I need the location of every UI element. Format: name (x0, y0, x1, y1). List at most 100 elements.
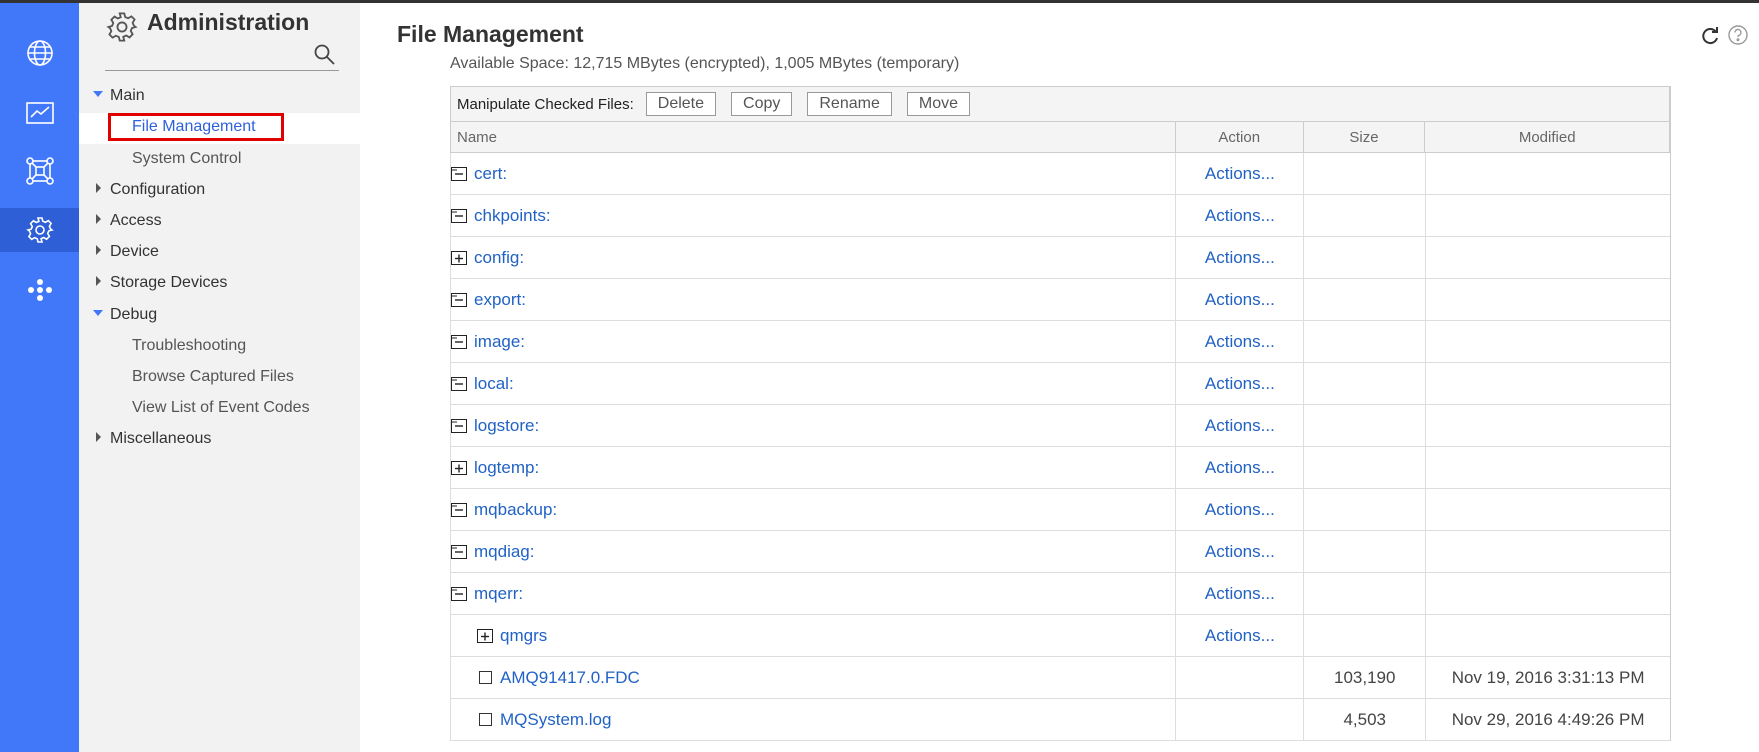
rail-administration-button[interactable] (0, 208, 79, 252)
header-action: Action (1176, 122, 1304, 152)
actions-link[interactable]: Actions... (1205, 584, 1275, 604)
rail-network-button[interactable] (0, 31, 79, 75)
collapsed-icon (96, 244, 101, 255)
file-link[interactable]: config: (474, 248, 524, 268)
file-link[interactable]: mqerr: (474, 584, 523, 604)
collapse-icon[interactable] (451, 166, 467, 181)
table-row: export: Actions... (450, 279, 1670, 321)
tree-item-label: Debug (110, 306, 158, 323)
table-header: Name Action Size Modified (450, 121, 1670, 153)
page-title: File Management (397, 21, 584, 47)
header-name[interactable]: Name (451, 122, 1176, 152)
move-button[interactable]: Move (906, 92, 970, 116)
actions-link[interactable]: Actions... (1205, 416, 1275, 436)
file-link[interactable]: mqdiag: (474, 542, 534, 562)
collapse-icon[interactable] (451, 376, 467, 391)
header-modified[interactable]: Modified (1425, 122, 1669, 152)
cell-name: export: (451, 279, 1177, 320)
actions-link[interactable]: Actions... (1205, 248, 1275, 268)
actions-link[interactable]: Actions... (1205, 626, 1275, 646)
tree-item-main[interactable]: Main (93, 87, 145, 105)
table-row: MQSystem.log 4,503 Nov 29, 2016 4:49:26 PM (450, 699, 1670, 741)
tree-item-event-codes[interactable]: View List of Event Codes (132, 399, 310, 417)
table-row: AMQ91417.0.FDC 103,190 Nov 19, 2016 3:31:1… (450, 657, 1670, 699)
collapse-icon[interactable] (451, 544, 467, 559)
copy-button[interactable]: Copy (731, 92, 793, 116)
tree-item-access[interactable]: Access (93, 212, 162, 230)
rename-button[interactable]: Rename (807, 92, 892, 116)
tree-item-device[interactable]: Device (93, 243, 159, 261)
actions-link[interactable]: Actions... (1205, 542, 1275, 562)
cell-size (1304, 615, 1427, 656)
cell-size (1304, 279, 1427, 320)
rail-status-button[interactable] (0, 91, 79, 135)
actions-link[interactable]: Actions... (1205, 500, 1275, 520)
collapse-icon[interactable] (451, 418, 467, 433)
cell-name: logtemp: (451, 447, 1177, 488)
tree-item-configuration[interactable]: Configuration (93, 181, 205, 199)
expand-icon[interactable] (477, 628, 493, 643)
expand-icon[interactable] (451, 250, 467, 265)
file-link[interactable]: AMQ91417.0.FDC (500, 668, 640, 688)
cell-action (1176, 699, 1305, 740)
file-link[interactable]: mqbackup: (474, 500, 557, 520)
file-checkbox[interactable] (479, 671, 492, 684)
file-link[interactable]: chkpoints: (474, 206, 551, 226)
file-link[interactable]: export: (474, 290, 526, 310)
refresh-icon[interactable] (1699, 24, 1721, 51)
actions-link[interactable]: Actions... (1205, 164, 1275, 184)
help-icon[interactable] (1727, 24, 1749, 51)
table-row: logtemp: Actions... (450, 447, 1670, 489)
expand-icon[interactable] (451, 460, 467, 475)
file-link[interactable]: logstore: (474, 416, 539, 436)
tree-item-browse-captured-files[interactable]: Browse Captured Files (132, 368, 294, 386)
cell-size (1304, 237, 1427, 278)
rail-services-button[interactable] (0, 149, 79, 193)
tree-item-system-control[interactable]: System Control (132, 150, 241, 168)
collapsed-icon (96, 275, 101, 286)
delete-button[interactable]: Delete (645, 92, 717, 116)
collapse-icon[interactable] (451, 208, 467, 223)
cell-action: Actions... (1176, 195, 1305, 236)
file-link[interactable]: qmgrs (500, 626, 547, 646)
search-icon[interactable] (312, 42, 336, 66)
file-link[interactable]: local: (474, 374, 514, 394)
table-row: mqdiag: Actions... (450, 531, 1670, 573)
cell-action (1176, 657, 1305, 698)
tree-item-storage-devices[interactable]: Storage Devices (93, 274, 227, 292)
collapse-icon[interactable] (451, 334, 467, 349)
file-link[interactable]: image: (474, 332, 525, 352)
cell-size (1304, 321, 1427, 362)
collapse-icon[interactable] (451, 586, 467, 601)
collapse-icon[interactable] (451, 502, 467, 517)
tree-item-miscellaneous[interactable]: Miscellaneous (93, 430, 211, 448)
cell-name: mqbackup: (451, 489, 1177, 530)
actions-link[interactable]: Actions... (1205, 332, 1275, 352)
page-actions (1699, 24, 1749, 51)
cell-name: chkpoints: (451, 195, 1177, 236)
cell-action: Actions... (1176, 321, 1305, 362)
file-link[interactable]: MQSystem.log (500, 710, 611, 730)
tree-item-troubleshooting[interactable]: Troubleshooting (132, 337, 246, 355)
globe-icon (26, 40, 53, 66)
tree-item-label: Device (110, 243, 159, 260)
tree-item-debug[interactable]: Debug (93, 306, 157, 324)
cell-modified: Nov 19, 2016 3:31:13 PM (1451, 667, 1645, 687)
file-link[interactable]: logtemp: (474, 458, 539, 478)
cell-size (1304, 447, 1427, 488)
header-size[interactable]: Size (1304, 122, 1426, 152)
rail-blockchain-button[interactable] (0, 268, 79, 312)
cell-name: local: (451, 363, 1177, 404)
actions-link[interactable]: Actions... (1205, 458, 1275, 478)
actions-link[interactable]: Actions... (1205, 206, 1275, 226)
collapse-icon[interactable] (451, 292, 467, 307)
file-link[interactable]: cert: (474, 164, 507, 184)
cell-size (1304, 195, 1427, 236)
toolbar-label: Manipulate Checked Files: (457, 95, 634, 113)
actions-link[interactable]: Actions... (1205, 290, 1275, 310)
table-row: mqerr: Actions... (450, 573, 1670, 615)
cell-size: 4,503 (1304, 699, 1427, 740)
file-checkbox[interactable] (479, 713, 492, 726)
cell-name: image: (451, 321, 1177, 362)
actions-link[interactable]: Actions... (1205, 374, 1275, 394)
